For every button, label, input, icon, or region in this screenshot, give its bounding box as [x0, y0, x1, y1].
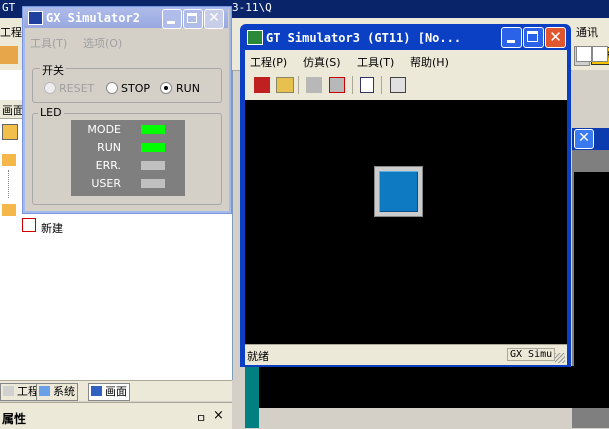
disconnect-icon[interactable]: [329, 77, 345, 93]
new-icon[interactable]: [0, 46, 18, 64]
led-run-indicator: [141, 143, 165, 152]
close-button[interactable]: ✕: [545, 27, 566, 48]
status-gx-simulator: GX Simu: [507, 348, 556, 361]
gt-statusbar: 就绪 GX Simu: [245, 344, 567, 365]
system-icon: [39, 386, 50, 396]
radio-run[interactable]: [160, 82, 172, 94]
properties-icon[interactable]: [390, 77, 406, 93]
status-ready: 就绪: [247, 350, 269, 363]
toolbar-separator: [381, 76, 382, 94]
pin-icon[interactable]: ㅁ: [196, 410, 206, 426]
folder-icon[interactable]: [2, 204, 16, 216]
minimize-button[interactable]: [162, 9, 182, 29]
tree-line: [8, 170, 10, 198]
radio-stop[interactable]: [106, 82, 118, 94]
radio-reset-label: RESET: [59, 82, 95, 95]
bg-menu-project[interactable]: 工程: [0, 24, 22, 40]
folder-icon[interactable]: [2, 154, 16, 166]
connect-icon[interactable]: [306, 77, 322, 93]
gt-hmi-screen: [245, 100, 567, 344]
close-button[interactable]: ✕: [204, 9, 224, 29]
list-icon[interactable]: [360, 77, 374, 93]
gt-window-title: GT Simulator3 (GT11) [No...: [266, 31, 462, 45]
background-canvas: [245, 366, 579, 408]
checkbox-icon[interactable]: [592, 46, 608, 62]
minimize-icon: [167, 21, 175, 24]
maximize-icon: [187, 13, 197, 23]
menu-simulate[interactable]: 仿真(S): [303, 54, 341, 70]
open-project-icon[interactable]: [254, 77, 270, 93]
led-group-label: LED: [38, 106, 64, 119]
radio-run-label: RUN: [176, 82, 200, 95]
led-panel: MODE RUN ERR. USER: [71, 120, 185, 196]
close-icon[interactable]: ×: [213, 408, 224, 423]
radio-reset[interactable]: [44, 82, 56, 94]
monitor-icon[interactable]: [576, 46, 592, 62]
led-user-indicator: [141, 179, 165, 188]
switch-group-label: 开关: [40, 62, 66, 78]
folder-open-icon[interactable]: [276, 77, 294, 93]
led-err-indicator: [141, 161, 165, 170]
screen-icon: [91, 386, 102, 396]
gx-simulator-titlebar[interactable]: GX Simulator2 ✕: [24, 8, 228, 29]
gt-toolbar: [245, 72, 567, 100]
gx-menubar: 工具(T) 选项(O): [26, 32, 226, 50]
menu-help[interactable]: 帮助(H): [410, 54, 449, 70]
toolbar-separator: [352, 76, 353, 94]
gx-window-title: GX Simulator2: [46, 11, 140, 25]
project-tabs: 工程 系统 画面: [0, 380, 232, 401]
maximize-icon: [527, 31, 538, 42]
app-icon: [247, 30, 263, 45]
menu-project[interactable]: 工程(P): [250, 54, 287, 70]
radio-stop-label: STOP: [121, 82, 150, 95]
maximize-button[interactable]: [523, 27, 544, 48]
resize-grip-icon[interactable]: [555, 353, 565, 363]
led-run-label: RUN: [97, 141, 121, 154]
background-desktop-area: [245, 366, 259, 428]
led-mode-label: MODE: [87, 123, 121, 136]
project-icon: [3, 386, 14, 396]
tab-system[interactable]: 系统: [36, 383, 78, 401]
hmi-touch-button[interactable]: [374, 166, 423, 217]
app-icon: [28, 11, 43, 25]
tab-label: 画面: [105, 385, 127, 398]
properties-pane-header: 属性 ㅁ ×: [0, 402, 232, 429]
tab-label: 系统: [53, 385, 75, 398]
led-user-label: USER: [91, 177, 121, 190]
tree-item-new[interactable]: 新建: [41, 220, 63, 236]
minimize-button[interactable]: [501, 27, 522, 48]
maximize-button[interactable]: [183, 9, 203, 29]
hmi-button-face: [379, 171, 418, 212]
new-screen-icon: [22, 218, 36, 232]
minimize-icon: [507, 40, 515, 43]
properties-label: 属性: [2, 412, 27, 426]
menu-tools[interactable]: 工具(T): [357, 54, 394, 70]
led-mode-indicator: [141, 125, 165, 134]
folder-open-icon[interactable]: [2, 124, 18, 140]
bg-app-title: GT: [2, 1, 16, 14]
menu-options[interactable]: 选项(O): [83, 35, 122, 51]
close-icon: ✕: [208, 10, 220, 26]
bg-app-title-path: 3-11\Q: [232, 1, 272, 14]
pane-header-label: 画面: [2, 104, 24, 117]
child-window-canvas: [574, 172, 609, 408]
close-icon[interactable]: ✕: [574, 129, 594, 149]
toolbar-separator: [298, 76, 299, 94]
tab-screen[interactable]: 画面: [88, 383, 130, 401]
gt-menubar: 工程(P) 仿真(S) 工具(T) 帮助(H): [245, 50, 567, 72]
bg-menu-comm[interactable]: 通讯: [576, 24, 598, 40]
child-window-titlebar: ✕: [572, 128, 609, 150]
menu-tools[interactable]: 工具(T): [30, 35, 67, 51]
led-err-label: ERR.: [95, 159, 121, 172]
close-icon: ✕: [549, 28, 562, 46]
